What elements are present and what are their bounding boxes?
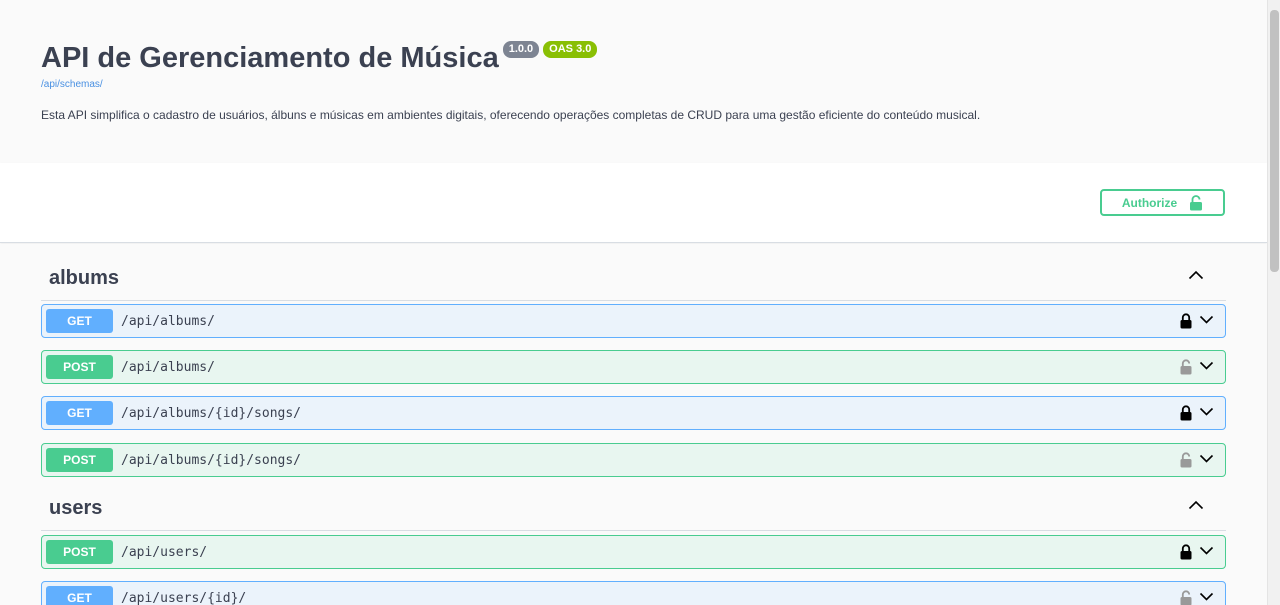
title-row: API de Gerenciamento de Música 1.0.0 OAS… [41, 38, 598, 78]
tag-name-users: users [49, 497, 103, 519]
operation-path: /api/users/ [121, 545, 208, 560]
chevron-down-icon [1199, 546, 1214, 555]
page-title: API de Gerenciamento de Música [41, 42, 499, 74]
tag-header-albums[interactable]: albums [41, 244, 1226, 301]
chevron-down-icon [1199, 315, 1214, 324]
info-section: API de Gerenciamento de Música 1.0.0 OAS… [0, 0, 1267, 163]
operation-path: /api/albums/{id}/songs/ [121, 453, 302, 468]
method-badge: POST [46, 540, 113, 564]
chevron-down-icon [1199, 407, 1214, 416]
method-badge: GET [46, 401, 113, 425]
authorize-button[interactable]: Authorize [1100, 189, 1225, 216]
lock-icon[interactable] [1180, 405, 1192, 421]
scrollbar-thumb[interactable] [1270, 10, 1279, 272]
operation-get-album-songs[interactable]: GET /api/albums/{id}/songs/ [41, 396, 1226, 430]
chevron-down-icon [1199, 454, 1214, 463]
operation-post-users[interactable]: POST /api/users/ [41, 535, 1226, 569]
operation-path: /api/albums/ [121, 360, 215, 375]
scheme-container: Authorize [0, 163, 1267, 243]
chevron-down-icon [1199, 361, 1214, 370]
operations-section: albums GET /api/albums/ POST /api/albums… [0, 244, 1267, 605]
oas-badge: OAS 3.0 [543, 41, 598, 58]
unlock-icon[interactable] [1180, 359, 1192, 375]
operation-get-albums[interactable]: GET /api/albums/ [41, 304, 1226, 338]
vertical-scrollbar[interactable] [1267, 0, 1280, 605]
method-badge: POST [46, 355, 113, 379]
method-badge: POST [46, 448, 113, 472]
lock-icon[interactable] [1180, 313, 1192, 329]
operation-path: /api/albums/{id}/songs/ [121, 406, 302, 421]
api-description: Esta API simplifica o cadastro de usuári… [41, 108, 981, 122]
unlock-icon [1190, 194, 1203, 210]
authorize-label: Authorize [1121, 195, 1178, 210]
lock-icon[interactable] [1180, 544, 1192, 560]
method-badge: GET [46, 586, 113, 605]
chevron-up-icon [1188, 270, 1204, 280]
unlock-icon[interactable] [1180, 452, 1192, 468]
chevron-down-icon [1199, 592, 1214, 601]
version-badge: 1.0.0 [502, 41, 540, 58]
chevron-up-icon [1188, 500, 1204, 510]
schema-link[interactable]: /api/schemas/ [41, 79, 103, 90]
tag-name-albums: albums [49, 267, 120, 289]
operation-path: /api/users/{id}/ [121, 591, 247, 605]
operation-post-album-songs[interactable]: POST /api/albums/{id}/songs/ [41, 443, 1226, 477]
operation-get-user[interactable]: GET /api/users/{id}/ [41, 581, 1226, 605]
operation-post-albums[interactable]: POST /api/albums/ [41, 350, 1226, 384]
operation-path: /api/albums/ [121, 314, 215, 329]
unlock-icon[interactable] [1180, 590, 1192, 605]
tag-header-users[interactable]: users [41, 474, 1226, 531]
method-badge: GET [46, 309, 113, 333]
